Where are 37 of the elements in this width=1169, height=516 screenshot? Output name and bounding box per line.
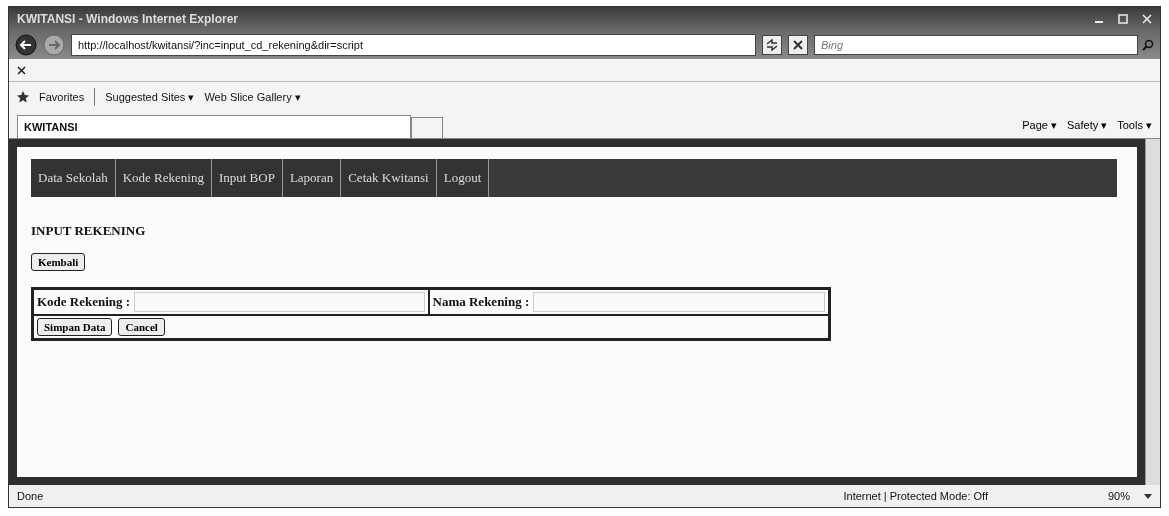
- status-text: Done: [17, 490, 44, 502]
- page-heading: INPUT REKENING: [31, 223, 146, 239]
- input-field[interactable]: [533, 292, 825, 312]
- refresh-icon[interactable]: [762, 35, 782, 55]
- window-title: KWITANSI - Windows Internet Explorer: [17, 12, 238, 26]
- input-field[interactable]: [134, 292, 425, 312]
- command-button[interactable]: Page ▾: [1022, 118, 1057, 132]
- favorites-link[interactable]: Web Slice Gallery ▾: [204, 90, 301, 104]
- menu-item[interactable]: Data Sekolah: [31, 159, 116, 197]
- command-button[interactable]: Tools ▾: [1117, 118, 1152, 132]
- browser-tab[interactable]: KWITANSI: [17, 115, 411, 138]
- menu-item[interactable]: Logout: [436, 159, 490, 197]
- field-label: Nama Rekening :: [432, 294, 530, 310]
- favorites-button[interactable]: Favorites: [39, 91, 85, 103]
- address-field[interactable]: http://localhost/kwitansi/?inc=input_cd_rekening&dir=script: [71, 34, 756, 56]
- search-field[interactable]: Bing: [814, 35, 1138, 55]
- menu-item[interactable]: Kode Rekening: [115, 159, 212, 197]
- menu-item[interactable]: Input BOP: [211, 159, 283, 197]
- stop-icon[interactable]: [788, 35, 808, 55]
- form-button[interactable]: Simpan Data: [37, 318, 113, 336]
- favorites-link[interactable]: Suggested Sites ▾: [105, 90, 195, 104]
- star-icon: [17, 91, 29, 103]
- search-icon[interactable]: [1142, 39, 1154, 51]
- zoom-button[interactable]: 90%: [1107, 490, 1130, 502]
- forward-button[interactable]: [43, 34, 65, 56]
- maximize-icon[interactable]: [1118, 14, 1128, 24]
- back-button[interactable]: [15, 34, 37, 56]
- close-icon[interactable]: [17, 65, 26, 75]
- field-label: Kode Rekening :: [37, 294, 131, 310]
- menu-item[interactable]: Laporan: [282, 159, 342, 197]
- back-button[interactable]: Kembali: [31, 253, 86, 271]
- menu-item[interactable]: Cetak Kwitansi: [341, 159, 437, 197]
- form-button[interactable]: Cancel: [118, 318, 165, 336]
- command-button[interactable]: Safety ▾: [1067, 118, 1108, 132]
- dropdown-arrow-icon[interactable]: [1144, 493, 1152, 499]
- new-tab-button[interactable]: [411, 117, 443, 138]
- zone-text: Internet | Protected Mode: Off: [843, 490, 988, 502]
